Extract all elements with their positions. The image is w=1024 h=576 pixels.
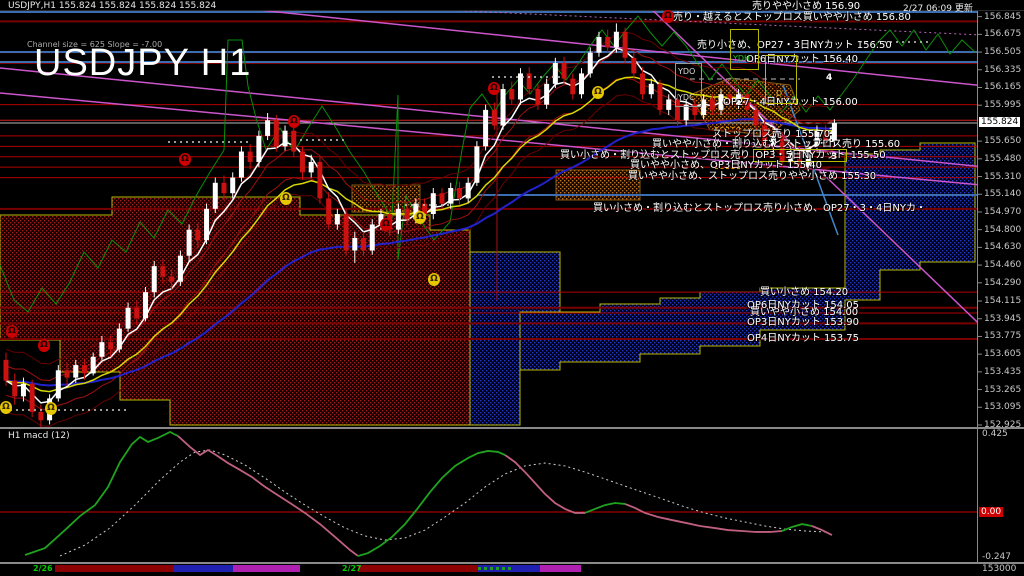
price-tick-label: 154.630 [984, 242, 1022, 253]
price-tick-label: 153.775 [984, 331, 1022, 342]
price-tick-label: 153.095 [984, 402, 1022, 413]
omega-signal-marker: Ω [662, 10, 674, 23]
price-tick-label: 155.650 [984, 136, 1022, 147]
omega-signal-marker: Ω [179, 153, 191, 166]
omega-signal-marker: Ω [45, 402, 57, 415]
price-tick-label: 156.165 [984, 82, 1022, 93]
price-tick-label: 155.480 [984, 153, 1022, 164]
scale-extra-label: 153000 [982, 564, 1017, 574]
update-timestamp: 2/27 06:09 更新 [903, 4, 973, 14]
macd-min-label: -0.247 [982, 552, 1012, 562]
omega-signal-marker: Ω [488, 82, 500, 95]
price-tick-label: 153.265 [984, 384, 1022, 395]
price-tick-label: 153.435 [984, 366, 1022, 377]
omega-signal-marker: Ω [428, 273, 440, 286]
price-annotation: 売り小さめ、OP27・3日NYカット 156.50 [697, 40, 892, 51]
current-price-tag: 155.824 [979, 117, 1021, 127]
chart-watermark: USDJPY H1 [34, 42, 252, 84]
zone-outline-box [675, 63, 702, 107]
price-annotation: OP4日NYカット 153.75 [747, 333, 860, 344]
macd-max-label: 0.425 [982, 429, 1008, 439]
price-annotation: OP3日NYカット 153.90 [747, 317, 860, 328]
date-label: 2/27 [342, 564, 362, 573]
symbol-period-quotes: USDJPY,H1 155.824 155.824 155.824 155.82… [8, 1, 217, 11]
macd-zero-tag: 0.00 [979, 507, 1004, 517]
omega-signal-marker: Ω [288, 115, 300, 128]
price-annotation: 買い小さめ・割り込むとストップロス売り小さめ、OP27・3・4日NYカ・ [593, 203, 926, 214]
omega-signal-marker: Ω [38, 339, 50, 352]
omega-signal-marker: Ω [414, 211, 426, 224]
price-tick-label: 154.970 [984, 206, 1022, 217]
price-tick-label: 154.290 [984, 277, 1022, 288]
price-annotation: 売り・越えるとストップロス買いやや小さめ 156.80 [673, 12, 911, 23]
price-annotation: OP6日NYカット 156.40 [746, 54, 859, 65]
price-tick-label: 156.505 [984, 47, 1022, 58]
price-tick-label: 153.605 [984, 349, 1022, 360]
omega-signal-marker: Ω [0, 401, 12, 414]
price-tick-label: 156.845 [984, 11, 1022, 22]
illegible-green-marks [478, 567, 512, 570]
count-label: 5 [829, 135, 836, 145]
date-label: 2/26 [33, 564, 53, 573]
price-tick-label: 154.115 [984, 296, 1022, 307]
chart-canvas[interactable] [0, 0, 1024, 576]
zone-outline-box [765, 55, 797, 104]
omega-signal-marker: Ω [592, 86, 604, 99]
price-tick-label: 155.310 [984, 171, 1022, 182]
price-tick-label: 156.335 [984, 64, 1022, 75]
price-annotation: 買い小さめ 154.20 [760, 287, 849, 298]
mt4-chart-window: USDJPY,H1 155.824 155.824 155.824 155.82… [0, 0, 1024, 576]
price-annotation: 買いやや小さめ、ストップロス売りやや小さめ 155.30 [628, 171, 877, 182]
count-label: 4 [826, 73, 833, 83]
omega-signal-marker: Ω [380, 218, 392, 231]
omega-signal-marker: Ω [6, 325, 18, 338]
price-tick-label: 153.945 [984, 313, 1022, 324]
indicator-label: H1 macd (12) [8, 431, 70, 441]
omega-signal-marker: Ω [280, 192, 292, 205]
price-tick-label: 155.140 [984, 189, 1022, 200]
price-tick-label: 155.995 [984, 100, 1022, 111]
zone-outline-box [730, 29, 759, 70]
price-tick-label: 154.460 [984, 260, 1022, 271]
zone-outline-box [715, 127, 740, 169]
price-annotation: 売りやや小さめ 156.90 [752, 1, 861, 12]
count-label: 3 [831, 152, 838, 162]
macd-pane[interactable] [0, 430, 977, 557]
price-tick-label: 156.675 [984, 29, 1022, 40]
price-tick-label: 154.800 [984, 224, 1022, 235]
